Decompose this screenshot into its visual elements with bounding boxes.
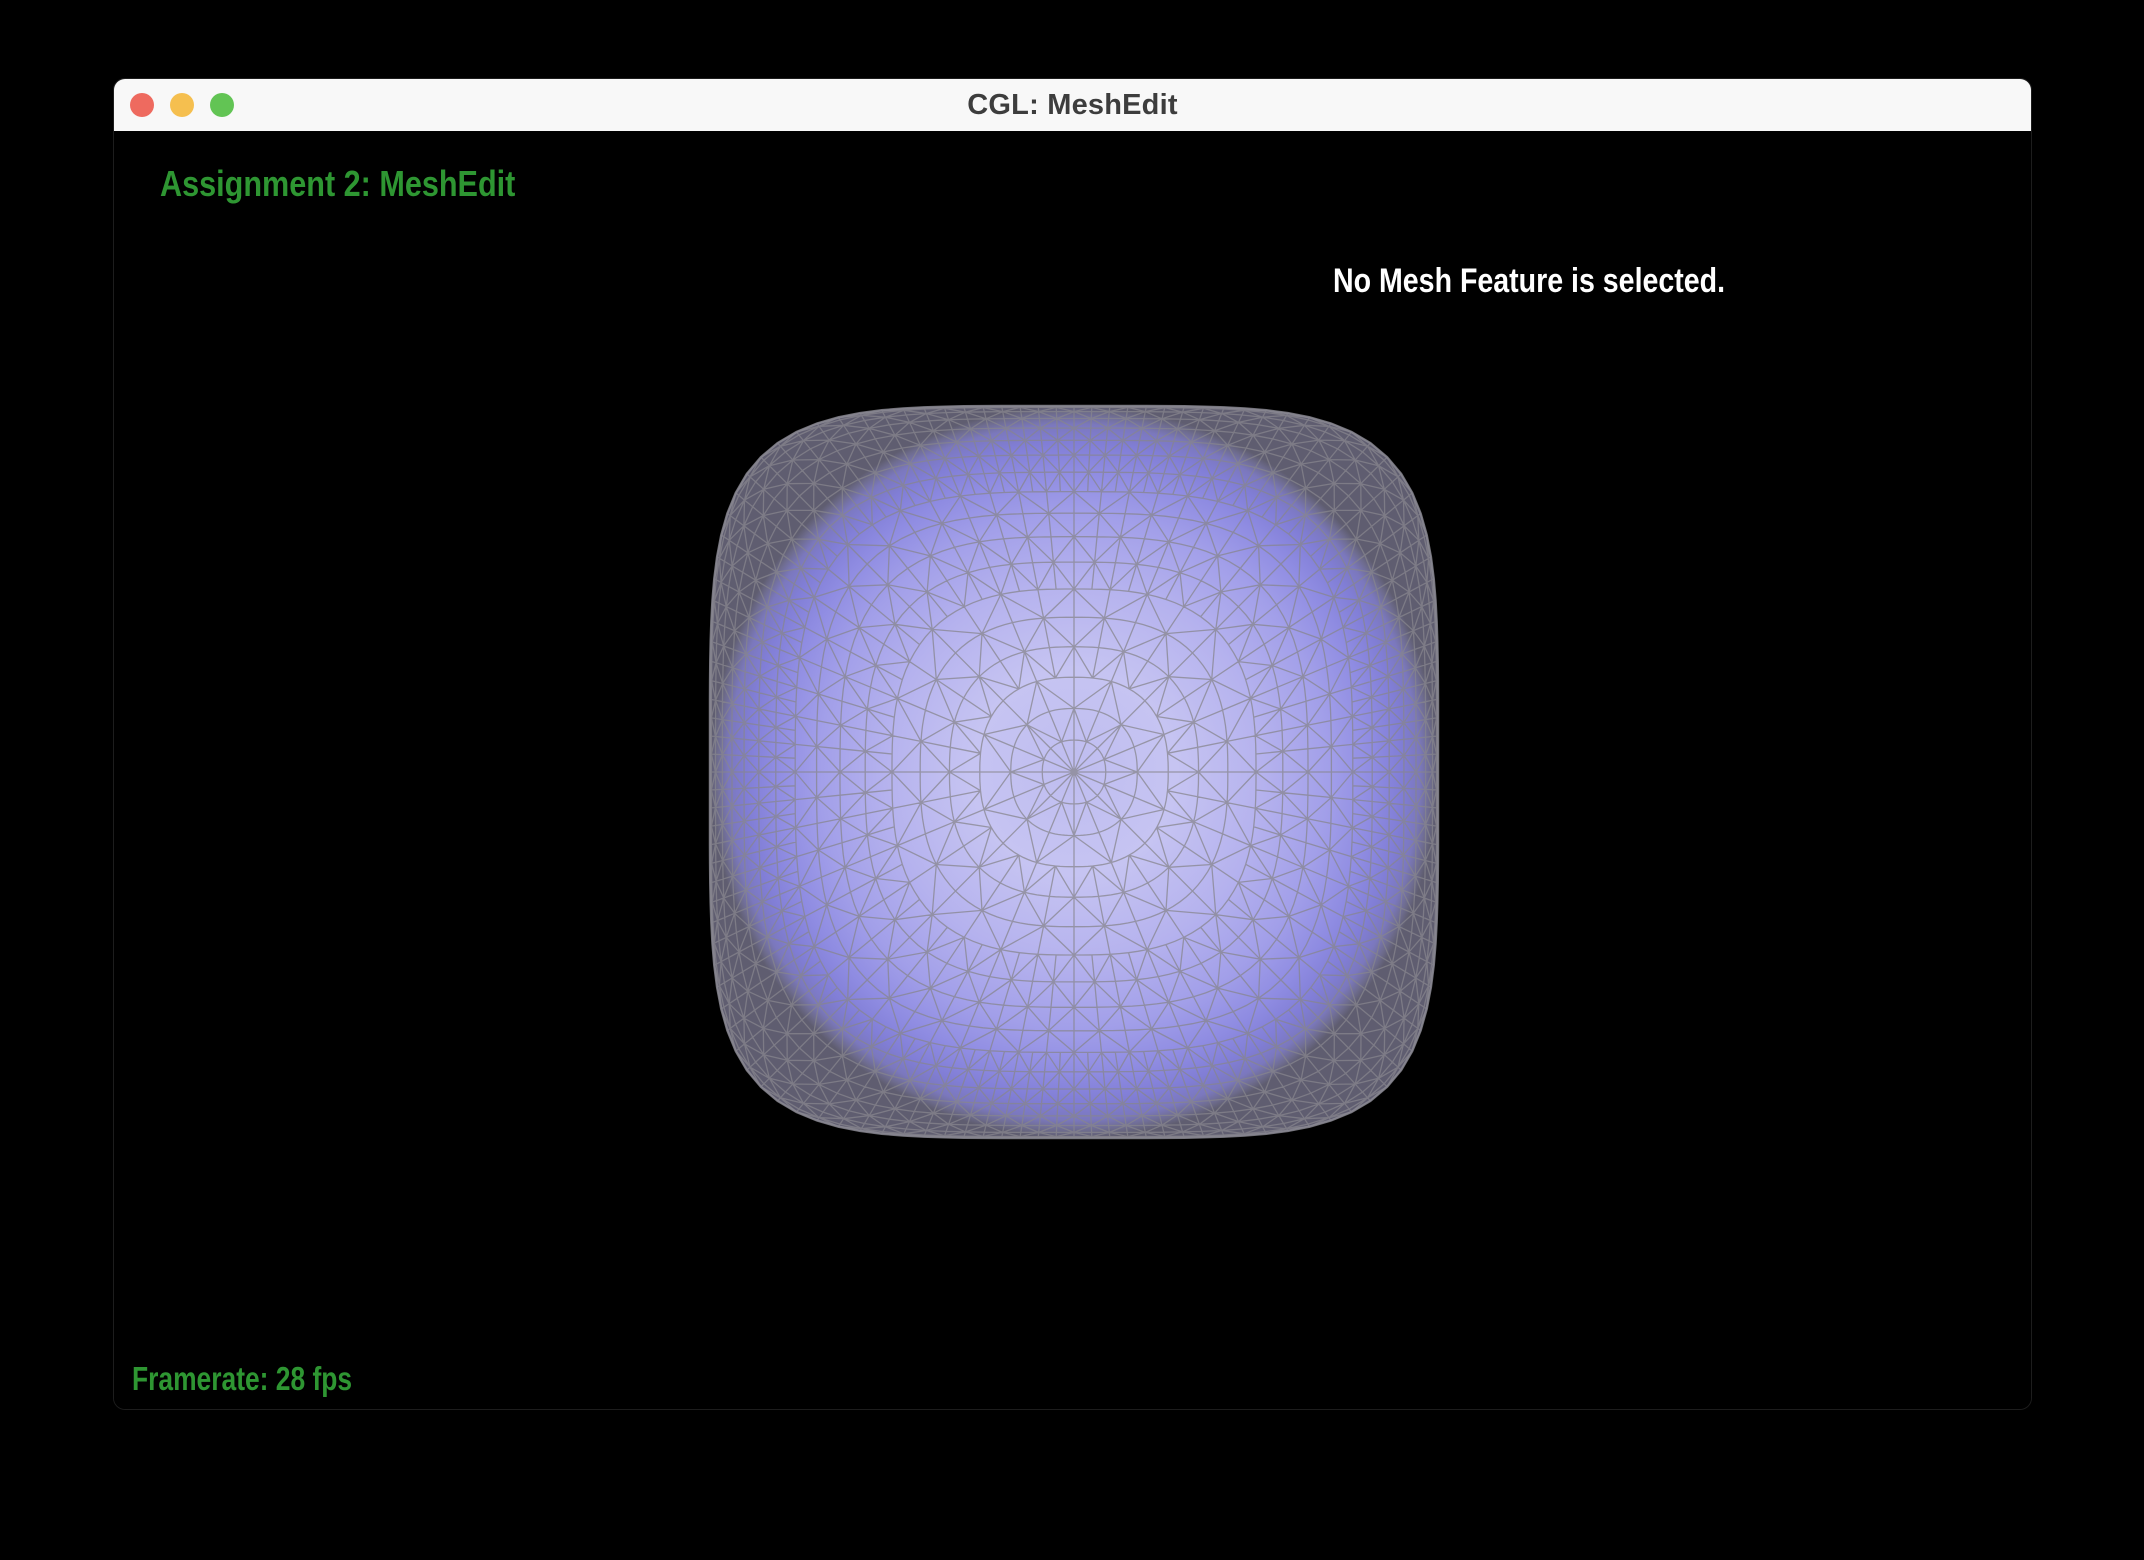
zoom-button[interactable] <box>210 93 234 117</box>
framerate-readout: Framerate: 28 fps <box>132 1360 352 1398</box>
assignment-title: Assignment 2: MeshEdit <box>160 163 515 205</box>
minimize-button[interactable] <box>170 93 194 117</box>
traffic-lights <box>130 93 234 117</box>
selection-status-text: No Mesh Feature is selected. <box>1333 262 1725 301</box>
app-window: CGL: MeshEdit Assignment 2: MeshEdit No … <box>113 78 2032 1410</box>
window-titlebar[interactable]: CGL: MeshEdit <box>114 79 2031 131</box>
close-button[interactable] <box>130 93 154 117</box>
mesh-render <box>114 131 2032 1410</box>
mesh-viewport[interactable]: Assignment 2: MeshEdit No Mesh Feature i… <box>114 131 2031 1409</box>
window-title: CGL: MeshEdit <box>967 89 1177 122</box>
